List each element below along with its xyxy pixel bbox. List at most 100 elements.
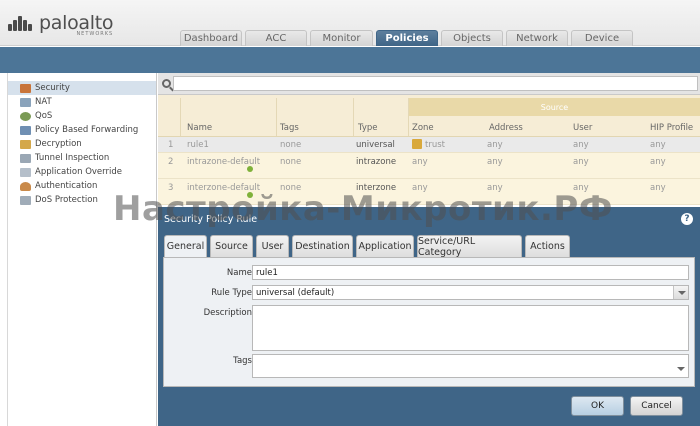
rule-type-select[interactable]: universal (default) (252, 285, 689, 300)
search-icon[interactable] (162, 79, 171, 88)
sidebar-item-label: Security (35, 83, 70, 93)
dialog-tabs: General Source User Destination Applicat… (164, 235, 573, 258)
tab-service-url-category[interactable]: Service/URL Category (417, 235, 522, 258)
rule-type: universal (356, 140, 395, 150)
rule-hip: any (650, 157, 666, 167)
name-label: Name (226, 268, 252, 278)
col-user[interactable]: User (573, 123, 592, 133)
rule-user: any (573, 157, 589, 167)
tab-dashboard[interactable]: Dashboard (180, 30, 242, 46)
rule-name: rule1 (187, 140, 209, 150)
sidebar-item-app-override[interactable]: Application Override (8, 165, 156, 179)
tab-device[interactable]: Device (571, 30, 633, 46)
dos-icon (20, 195, 31, 205)
security-rule-dialog: Security Policy Rule ? General Source Us… (158, 207, 700, 426)
tunnel-icon (20, 153, 31, 163)
top-header: paloalto NETWORKS Dashboard ACC Monitor … (0, 0, 700, 46)
rule-tags: none (280, 183, 302, 193)
chevron-down-icon[interactable] (673, 286, 688, 299)
nat-icon (20, 97, 31, 107)
rule-address: any (487, 157, 503, 167)
logo-subtitle: NETWORKS (76, 31, 114, 37)
sidebar-item-decryption[interactable]: Decryption (8, 137, 156, 151)
tab-destination[interactable]: Destination (292, 235, 353, 257)
col-tags[interactable]: Tags (280, 123, 299, 133)
table-row[interactable]: 3 interzone-default none interzone any a… (158, 179, 700, 205)
sidebar-item-authentication[interactable]: Authentication (8, 179, 156, 193)
tab-application[interactable]: Application (356, 235, 414, 257)
tags-field[interactable] (252, 354, 689, 378)
sidebar-item-dos-protection[interactable]: DoS Protection (8, 193, 156, 207)
tab-monitor[interactable]: Monitor (310, 30, 373, 46)
rule-type-label: Rule Type (211, 288, 252, 298)
rule-tags: none (280, 157, 302, 167)
sidebar-item-nat[interactable]: NAT (8, 95, 156, 109)
sidebar-item-pbf[interactable]: Policy Based Forwarding (8, 123, 156, 137)
row-number: 2 (168, 157, 174, 167)
table-header: Source Name Tags Type Zone Address User … (158, 95, 700, 137)
sidebar-item-security[interactable]: Security (8, 81, 156, 95)
tab-objects[interactable]: Objects (441, 30, 503, 46)
sidebar-item-label: Application Override (35, 167, 122, 177)
rule-address: any (487, 183, 503, 193)
rule-user: any (573, 183, 589, 193)
col-hip-profile[interactable]: HIP Profile (650, 123, 693, 133)
paloalto-logo: paloalto NETWORKS (8, 13, 114, 39)
rule-address: any (487, 140, 503, 150)
rules-table: Source Name Tags Type Zone Address User … (158, 95, 700, 205)
ok-button[interactable]: OK (571, 396, 624, 416)
sidebar-item-qos[interactable]: QoS (8, 109, 156, 123)
security-policy-icon (20, 83, 31, 93)
subheader-band (0, 47, 700, 73)
tab-policies[interactable]: Policies (376, 30, 438, 46)
rule-zone: any (412, 183, 428, 193)
description-textarea[interactable] (252, 305, 689, 351)
rule-hip: any (650, 140, 666, 150)
rule-user: any (573, 140, 589, 150)
sidebar-item-tunnel-inspection[interactable]: Tunnel Inspection (8, 151, 156, 165)
col-address[interactable]: Address (489, 123, 523, 133)
rule-zone: any (412, 157, 428, 167)
tab-general[interactable]: General (164, 235, 207, 257)
chevron-down-icon[interactable] (673, 362, 688, 372)
col-name[interactable]: Name (187, 123, 212, 133)
tab-actions[interactable]: Actions (525, 235, 570, 257)
tab-source[interactable]: Source (210, 235, 253, 257)
sidebar-item-label: Authentication (35, 181, 98, 191)
sidebar-item-label: NAT (35, 97, 52, 107)
help-icon[interactable]: ? (681, 213, 693, 225)
policy-sidebar: Security NAT QoS Policy Based Forwarding… (7, 73, 157, 426)
row-number: 3 (168, 183, 174, 193)
source-column-group: Source (409, 98, 700, 116)
logo-bars-icon (8, 13, 36, 33)
default-rule-icon (247, 166, 253, 172)
row-number: 1 (168, 140, 174, 150)
filter-bar (158, 73, 700, 95)
tab-user[interactable]: User (256, 235, 289, 257)
sidebar-item-label: DoS Protection (35, 195, 98, 205)
col-type[interactable]: Type (358, 123, 378, 133)
description-label: Description (203, 308, 252, 318)
general-tab-panel: Name rule1 Rule Type universal (default)… (163, 257, 695, 387)
filter-input[interactable] (173, 76, 698, 91)
rule-type-value: universal (default) (256, 287, 335, 298)
rule-type: interzone (356, 183, 397, 193)
authentication-icon (20, 181, 31, 191)
table-row[interactable]: 1 rule1 none universal trust any any any (158, 137, 700, 153)
tags-label: Tags (233, 356, 252, 366)
name-field[interactable]: rule1 (252, 265, 689, 280)
sidebar-item-label: QoS (35, 111, 53, 121)
sidebar-item-label: Policy Based Forwarding (35, 125, 139, 135)
sidebar-item-label: Decryption (35, 139, 82, 149)
app-override-icon (20, 167, 31, 177)
rule-type: intrazone (356, 157, 397, 167)
col-zone[interactable]: Zone (412, 123, 434, 133)
tab-acc[interactable]: ACC (245, 30, 307, 46)
rule-zone: trust (425, 140, 445, 150)
table-row[interactable]: 2 intrazone-default none intrazone any a… (158, 153, 700, 179)
tab-network[interactable]: Network (506, 30, 568, 46)
zone-icon (412, 139, 422, 149)
default-rule-icon (247, 192, 253, 198)
cancel-button[interactable]: Cancel (630, 396, 683, 416)
pbf-icon (20, 125, 31, 135)
